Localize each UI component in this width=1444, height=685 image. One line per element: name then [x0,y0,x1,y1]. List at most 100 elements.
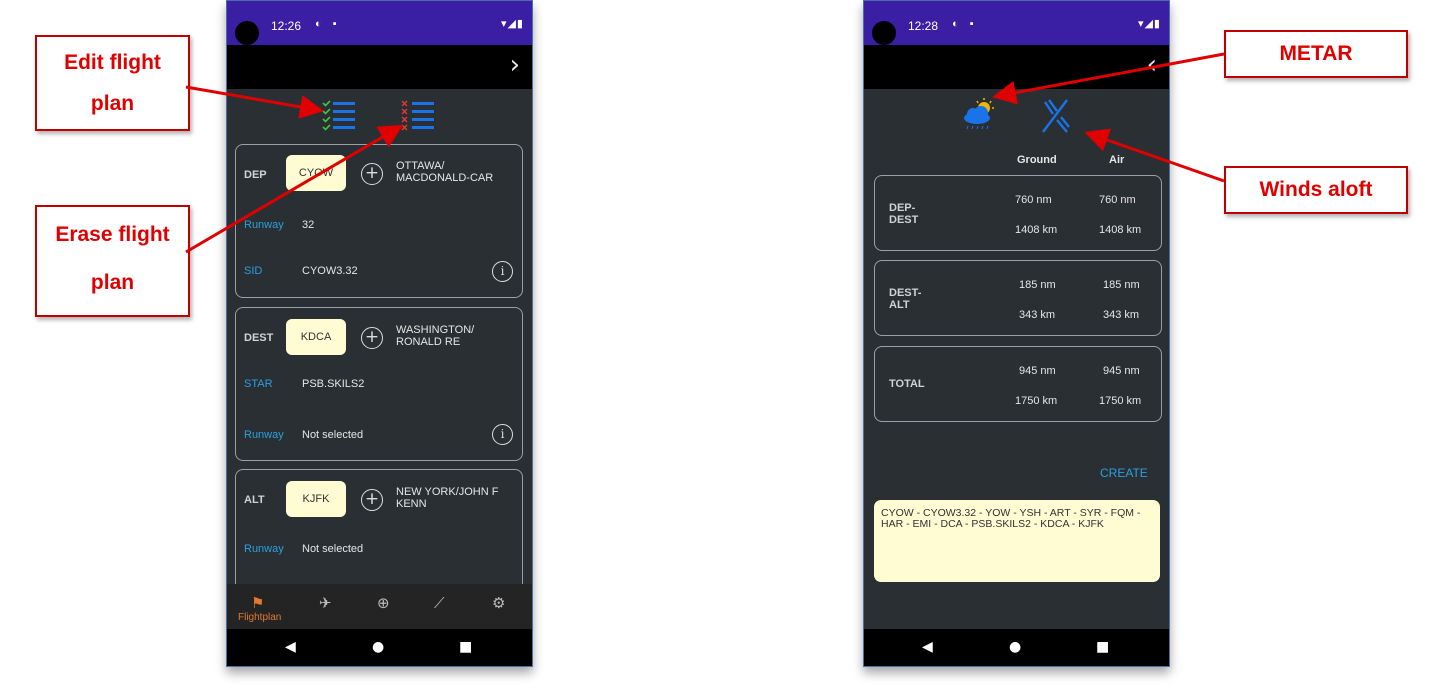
dest-alt-label: DEST- ALT [889,287,921,311]
create-button[interactable]: CREATE [1100,466,1148,480]
dep-dest-air-km: 1408 km [1099,224,1142,236]
aircraft-tab-icon[interactable]: ✈ [319,594,332,612]
home-nav-icon[interactable]: ● [372,639,384,655]
alt-runway-label: Runway [244,543,284,555]
dep-dest-air-nm: 760 nm [1099,194,1136,206]
dep-name-line2: MACDONALD-CAR [396,172,494,184]
winds-aloft-callout: Winds aloft [1224,166,1408,214]
total-label: TOTAL [889,378,925,390]
dest-airport-name: WASHINGTON/ RONALD RE [396,324,474,348]
erase-callout-line1: Erase flight [55,223,170,246]
alt-code-input[interactable]: KJFK [286,481,346,517]
chevron-left-icon[interactable]: ‹ [1147,50,1157,80]
dest-alt-air-nm: 185 nm [1103,279,1140,291]
dep-dest-label-line1: DEP- [889,202,916,214]
dest-alt-air-km: 343 km [1103,309,1140,321]
dep-dest-label: DEP- DEST [889,202,918,226]
destination-card: DEST KDCA + WASHINGTON/ RONALD RE STAR P… [235,307,523,461]
home-nav-icon[interactable]: ● [1009,639,1021,655]
departure-card: DEP CYOW + OTTAWA/ MACDONALD-CAR Runway … [235,144,523,298]
dep-dest-ground-nm: 760 nm [1015,194,1052,206]
system-navigation-bar: ◀ ● ■ [227,629,532,666]
erase-flight-plan-icon[interactable] [400,98,436,134]
dest-label: DEST [244,332,274,344]
signal-battery-icons: ▾◢▮ [500,18,524,30]
total-air-km: 1750 km [1099,395,1142,407]
dest-runway-value[interactable]: Not selected [302,429,363,441]
info-icon[interactable]: i [492,261,513,282]
dest-runway-label: Runway [244,429,284,441]
edit-callout-line1: Edit flight [64,51,161,74]
dest-alt-distance-card: DEST- ALT 185 nm 185 nm 343 km 343 km [874,260,1162,336]
route-text-box[interactable]: CYOW - CYOW3.32 - YOW - YSH - ART - SYR … [874,500,1160,582]
route-text: CYOW - CYOW3.32 - YOW - YSH - ART - SYR … [881,507,1141,530]
plus-icon[interactable]: + [361,327,383,349]
dep-code-input[interactable]: CYOW [286,155,346,191]
bottom-navigation: ⚑ Flightplan ✈ ⊕ ⟋ ⚙ [227,584,532,629]
back-nav-icon[interactable]: ◀ [285,639,296,655]
status-time: 12:26 [271,19,302,33]
camera-cutout [872,21,896,45]
dep-runway-value[interactable]: 32 [302,219,314,231]
dep-dest-label-line2: DEST [889,214,919,226]
sid-label: SID [244,265,263,277]
notification-icons: ◐ ▪ [315,18,341,30]
plus-icon[interactable]: + [361,489,383,511]
ground-column-header: Ground [1017,154,1057,166]
alternate-card: ALT KJFK + NEW YORK/JOHN F KENN Runway N… [235,469,523,601]
dep-airport-name: OTTAWA/ MACDONALD-CAR [396,160,493,184]
back-nav-icon[interactable]: ◀ [922,639,933,655]
dep-name-line1: OTTAWA/ [396,160,445,172]
right-phone-screen: 12:28 ◐ ▪ ▾◢▮ ‹ Ground Air DEP- DEST 760… [863,0,1170,667]
flightplan-tab-icon[interactable]: ⚑ [251,594,264,612]
recents-nav-icon[interactable]: ■ [1096,639,1109,655]
dest-code-input[interactable]: KDCA [286,319,346,355]
alt-label: ALT [244,494,265,506]
sid-value[interactable]: CYOW3.32 [302,265,358,277]
dep-dest-distance-card: DEP- DEST 760 nm 760 nm 1408 km 1408 km [874,175,1162,251]
alt-runway-value[interactable]: Not selected [302,543,363,555]
alt-name-line1: NEW YORK/JOHN F [396,486,499,498]
chevron-right-icon[interactable]: › [510,50,520,80]
flightplan-tab-label[interactable]: Flightplan [238,612,281,623]
total-air-nm: 945 nm [1103,365,1140,377]
plus-icon[interactable]: + [361,163,383,185]
dest-name-line1: WASHINGTON/ [396,324,475,336]
edit-flight-plan-callout: Edit flight plan [35,35,190,131]
info-icon[interactable]: i [492,424,513,445]
dest-alt-label-line2: ALT [889,299,910,311]
total-ground-nm: 945 nm [1019,365,1056,377]
signal-battery-icons: ▾◢▮ [1137,18,1161,30]
status-bar: 12:28 ◐ ▪ ▾◢▮ [864,1,1169,45]
dep-label: DEP [244,169,267,181]
total-label-line1: TOTAL [889,378,925,390]
camera-cutout [235,21,259,45]
alt-airport-name: NEW YORK/JOHN F KENN [396,486,498,510]
alt-name-line2: KENN [396,498,427,510]
winds-aloft-icon[interactable] [1039,98,1071,134]
recents-nav-icon[interactable]: ■ [459,639,472,655]
notification-icons: ◐ ▪ [952,18,978,30]
dest-alt-label-line1: DEST- [889,287,922,299]
star-label: STAR [244,378,273,390]
status-bar: 12:26 ◐ ▪ ▾◢▮ [227,1,532,45]
top-bar: ‹ [864,45,1169,89]
chart-tab-icon[interactable]: ⟋ [434,594,445,612]
dest-alt-ground-km: 343 km [1019,309,1056,321]
globe-tab-icon[interactable]: ⊕ [377,594,390,612]
metar-weather-icon[interactable] [960,97,998,133]
total-distance-card: TOTAL 945 nm 945 nm 1750 km 1750 km [874,346,1162,422]
settings-tab-icon[interactable]: ⚙ [492,594,505,612]
dest-alt-ground-nm: 185 nm [1019,279,1056,291]
star-value[interactable]: PSB.SKILS2 [302,378,364,390]
system-navigation-bar: ◀ ● ■ [864,629,1169,666]
air-column-header: Air [1109,154,1125,166]
erase-flight-plan-callout: Erase flight plan [35,205,190,317]
dep-runway-label: Runway [244,219,284,231]
dest-name-line2: RONALD RE [396,336,461,348]
edit-flight-plan-icon[interactable] [321,98,357,134]
edit-callout-line2: plan [90,92,135,115]
erase-callout-line2: plan [90,271,135,294]
left-phone-screen: 12:26 ◐ ▪ ▾◢▮ › DEP CYOW + OTTAWA/ MACDO… [226,0,533,667]
top-bar: › [227,45,532,89]
